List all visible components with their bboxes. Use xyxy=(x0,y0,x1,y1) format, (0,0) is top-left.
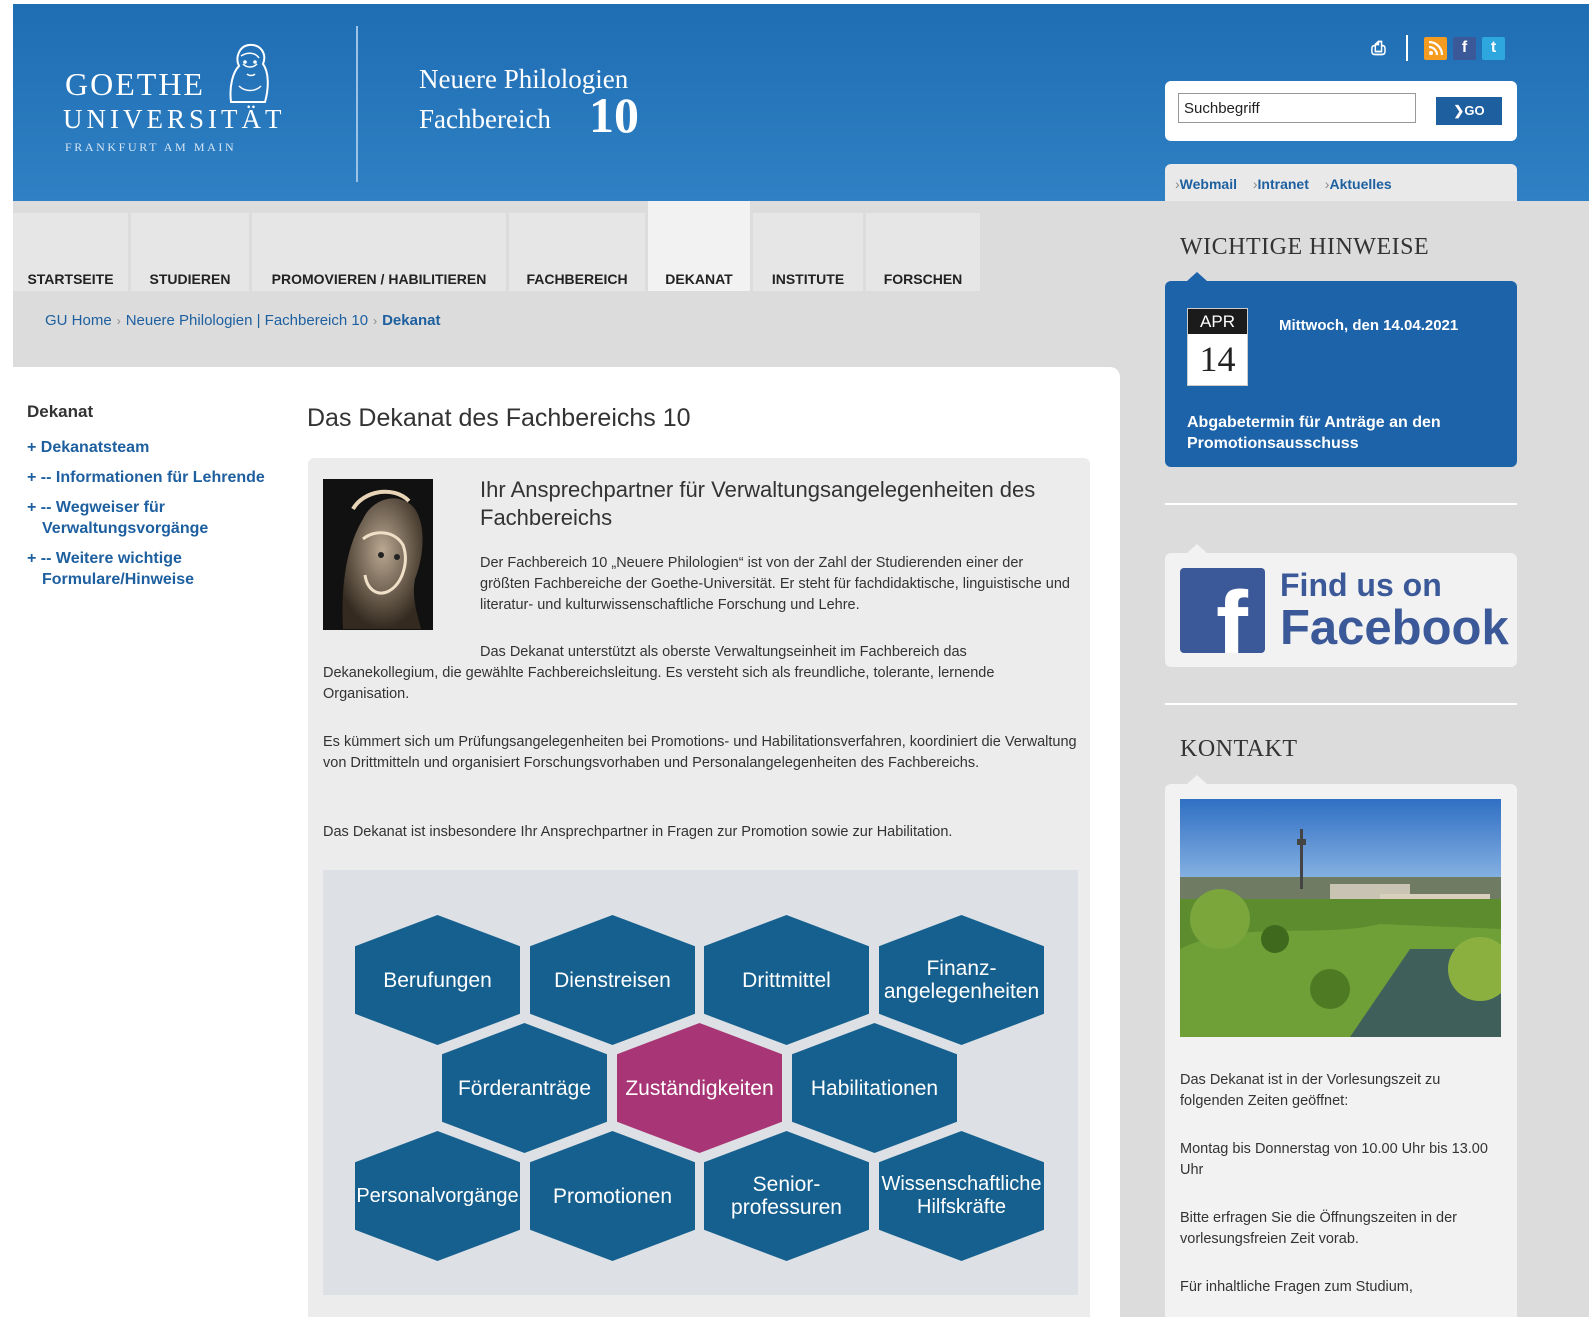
chevron-right-icon: › xyxy=(116,314,121,328)
goethe-portrait-icon xyxy=(229,43,269,103)
left-sidebar-nav: Dekanat + Dekanatsteam + -- Informatione… xyxy=(13,367,277,1317)
facebook-line-2: Facebook xyxy=(1280,601,1509,655)
hinweise-title: WICHTIGE HINWEISE xyxy=(1180,234,1430,260)
header-divider xyxy=(356,26,358,182)
tab-studieren[interactable]: STUDIEREN xyxy=(131,213,249,291)
tab-dekanat[interactable]: DEKANAT xyxy=(648,201,750,291)
search-go-button[interactable]: ❯GO xyxy=(1436,97,1502,125)
leftnav-item-label: -- Informationen für Lehrende xyxy=(40,469,265,486)
kontakt-text-3: Bitte erfragen Sie die Öffnungszeiten in… xyxy=(1180,1210,1458,1247)
paragraph-2a: Das Dekanat unterstützt als oberste Verw… xyxy=(480,644,967,660)
twitter-icon[interactable]: t xyxy=(1482,36,1505,60)
logo-line-2: UNIVERSITÄT xyxy=(63,104,286,134)
kontakt-text-4: Für inhaltliche Fragen zum Studium, xyxy=(1180,1279,1413,1295)
leftnav-item-label: -- Weitere wichtige Formulare/Hinweise xyxy=(40,550,195,588)
page-title: Das Dekanat des Fachbereichs 10 xyxy=(307,404,691,432)
sidebar-divider xyxy=(1165,503,1517,505)
responsibility-hexagon-graphic: Berufungen Dienstreisen Drittmittel Fina… xyxy=(323,870,1078,1295)
search-go-label: GO xyxy=(1464,103,1485,118)
calendar-icon: APR 14 xyxy=(1187,308,1248,386)
search-input[interactable] xyxy=(1178,93,1416,123)
hex-wissenschaftliche-hilfskraefte[interactable]: Wissenschaftliche Hilfskräfte xyxy=(879,1131,1044,1261)
page: GOETHE UNIVERSITÄT FRANKFURT AM MAIN Neu… xyxy=(13,4,1589,1317)
breadcrumb-home[interactable]: GU Home xyxy=(45,312,112,329)
leftnav-title: Dekanat xyxy=(27,402,94,421)
breadcrumb-faculty[interactable]: Neuere Philologien | Fachbereich 10 xyxy=(126,312,368,329)
header: GOETHE UNIVERSITÄT FRANKFURT AM MAIN Neu… xyxy=(13,4,1589,201)
tab-forschen[interactable]: FORSCHEN xyxy=(866,213,980,291)
paragraph-3: Es kümmert sich um Prüfungsangelegenheit… xyxy=(323,734,1077,771)
faculty-title[interactable]: Neuere Philologien Fachbereich 10 xyxy=(419,64,639,143)
tab-startseite[interactable]: STARTSEITE xyxy=(13,213,128,291)
logo-line-1: GOETHE xyxy=(65,66,205,102)
facebook-icon[interactable]: f xyxy=(1453,36,1476,60)
hex-promotionen[interactable]: Promotionen xyxy=(530,1131,695,1261)
main-content: Das Dekanat des Fachbereichs 10 Ihr Ansp… xyxy=(277,367,1120,1317)
hex-habilitationen[interactable]: Habilitationen xyxy=(792,1023,957,1153)
event-card[interactable]: APR 14 Mittwoch, den 14.04.2021 Abgabete… xyxy=(1165,272,1517,467)
kontakt-text-1: Das Dekanat ist in der Vorlesungszeit zu… xyxy=(1180,1072,1441,1109)
hex-berufungen[interactable]: Berufungen xyxy=(355,915,520,1045)
search-box: ❯GO xyxy=(1165,81,1517,141)
tool-icons: ⎙ f t xyxy=(1367,35,1505,61)
quicklink-intranet[interactable]: Intranet xyxy=(1253,176,1309,192)
quicklinks: Webmail Intranet Aktuelles xyxy=(1165,164,1517,201)
main-navigation: STARTSEITE STUDIEREN PROMOVIEREN / HABIL… xyxy=(13,201,993,291)
facebook-text: Find us on Facebook xyxy=(1280,567,1509,654)
event-date: Mittwoch, den 14.04.2021 xyxy=(1279,317,1459,334)
leftnav-item-dekanatsteam[interactable]: + Dekanatsteam xyxy=(27,437,267,458)
content-box: Ihr Ansprechpartner für Verwaltungsangel… xyxy=(308,458,1090,1317)
leftnav-item-formulare[interactable]: + -- Weitere wichtige Formulare/Hinweise xyxy=(27,548,267,590)
breadcrumb: GU Home › Neuere Philologien | Fachbereich… xyxy=(45,312,440,329)
tool-separator xyxy=(1406,35,1408,61)
hex-zustaendigkeiten[interactable]: Zuständigkeiten xyxy=(617,1023,782,1153)
faculty-number: 10 xyxy=(589,87,639,143)
hex-personalvorgaenge[interactable]: Personalvorgänge xyxy=(355,1131,520,1261)
hex-foerderantraege[interactable]: Förderanträge xyxy=(442,1023,607,1153)
tab-promovieren-habilitieren[interactable]: PROMOVIEREN / HABILITIEREN xyxy=(252,213,506,291)
kontakt-box: Das Dekanat ist in der Vorlesungszeit zu… xyxy=(1165,775,1517,1317)
hex-seniorprofessuren[interactable]: Senior- professuren xyxy=(704,1131,869,1261)
quicklink-webmail[interactable]: Webmail xyxy=(1175,176,1237,192)
tab-institute[interactable]: INSTITUTE xyxy=(753,213,863,291)
facebook-line-1: Find us on xyxy=(1280,567,1442,603)
hex-dienstreisen[interactable]: Dienstreisen xyxy=(530,915,695,1045)
facebook-logo-icon: f xyxy=(1180,568,1265,653)
leftnav-item-informationen[interactable]: + -- Informationen für Lehrende xyxy=(27,467,267,488)
hex-drittmittel[interactable]: Drittmittel xyxy=(704,915,869,1045)
quicklink-aktuelles[interactable]: Aktuelles xyxy=(1325,176,1392,192)
kontakt-text-2: Montag bis Donnerstag von 10.00 Uhr bis … xyxy=(1180,1141,1488,1178)
sidebar-divider xyxy=(1165,703,1517,705)
paragraph-4: Das Dekanat ist insbesondere Ihr Ansprec… xyxy=(323,824,953,840)
tab-fachbereich[interactable]: FACHBEREICH xyxy=(509,213,645,291)
leftnav-item-label: Dekanatsteam xyxy=(40,439,150,456)
faculty-label: Fachbereich xyxy=(419,104,551,134)
paragraph-2b: Dekanekollegium, die gewählte Fachbereic… xyxy=(323,665,995,702)
content-subtitle: Ihr Ansprechpartner für Verwaltungsangel… xyxy=(480,477,1036,530)
calendar-day: 14 xyxy=(1199,339,1236,379)
go-arrow-icon: ❯ xyxy=(1453,103,1465,118)
rss-icon[interactable] xyxy=(1424,36,1447,60)
print-icon[interactable]: ⎙ xyxy=(1367,37,1390,60)
kontakt-title: KONTAKT xyxy=(1180,736,1298,762)
event-description: Abgabetermin für Anträge an den Promotio… xyxy=(1187,414,1441,452)
paragraph-1: Der Fachbereich 10 „Neuere Philologien“ … xyxy=(480,555,1070,613)
chevron-right-icon: › xyxy=(373,314,378,328)
calendar-month: APR xyxy=(1188,309,1247,334)
leftnav-item-label: -- Wegweiser für Verwaltungsvorgänge xyxy=(40,499,209,537)
hex-finanzangelegenheiten[interactable]: Finanz- angelegenheiten xyxy=(879,915,1044,1045)
goethe-portrait-image xyxy=(323,479,433,630)
campus-photo xyxy=(1180,799,1501,1037)
breadcrumb-current[interactable]: Dekanat xyxy=(382,312,440,329)
leftnav-item-wegweiser[interactable]: + -- Wegweiser für Verwaltungsvorgänge xyxy=(27,497,267,539)
logo-line-3: FRANKFURT AM MAIN xyxy=(65,140,237,154)
facebook-badge[interactable]: f Find us on Facebook xyxy=(1165,544,1517,667)
